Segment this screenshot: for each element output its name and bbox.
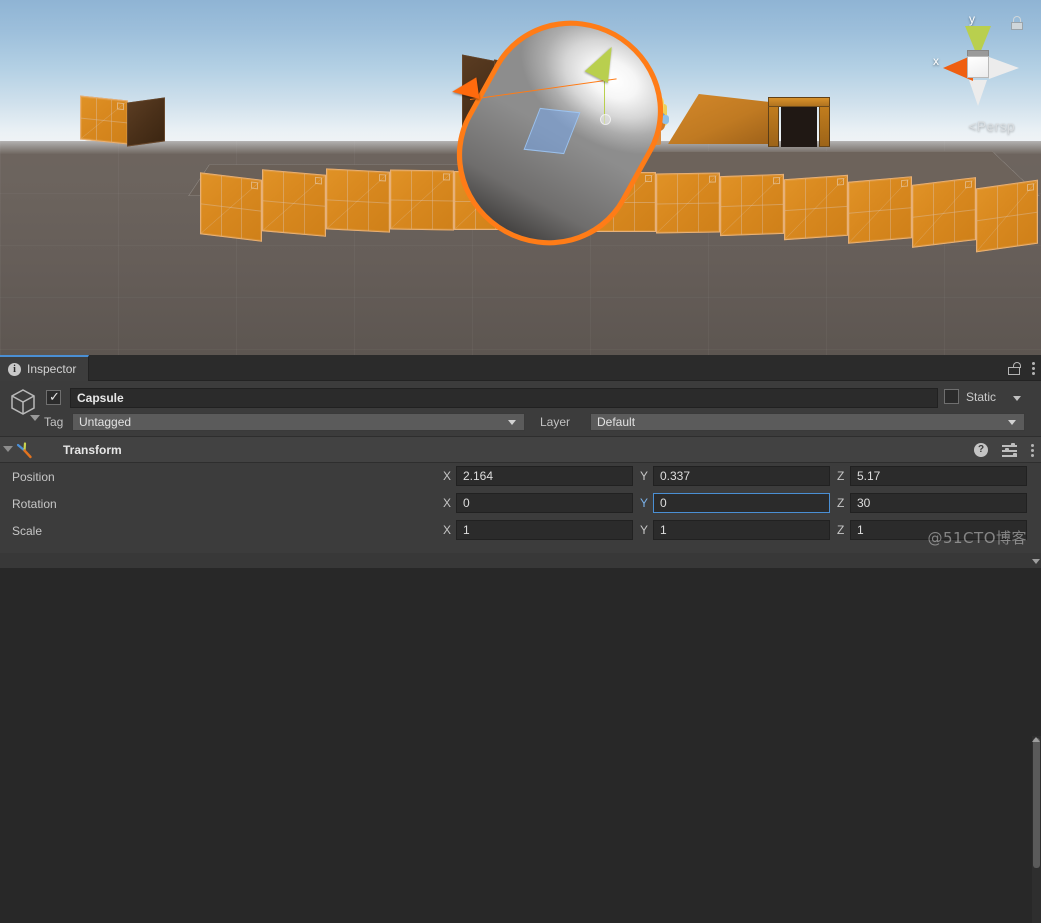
scrollbar-down-arrow-icon[interactable] [1032,559,1040,564]
help-icon[interactable]: ? [974,443,988,457]
transform-component-header[interactable]: Transform ? [0,437,1041,463]
rotation-y-axis-label: Y [640,496,649,510]
position-label: Position [12,470,55,484]
scrollbar-up-arrow-icon[interactable] [1032,737,1040,742]
transform-row-position: Position X 2.164 Y 0.337 Z 5.17 [0,463,1041,490]
gameobject-icon-caret[interactable] [30,415,40,421]
scene-orientation-gizmo[interactable]: y x <Persp [925,10,1029,134]
gizmo-center-handle[interactable] [600,114,611,125]
transform-title: Transform [63,443,122,457]
scale-z-field[interactable]: 1 [850,520,1027,540]
position-x-axis-label: X [443,469,452,483]
static-checkbox[interactable] [944,389,959,404]
transform-component-body: Position X 2.164 Y 0.337 Z 5.17 Rotation… [0,463,1041,553]
gizmo-cone-z[interactable] [989,57,1019,79]
rotation-z-axis-label: Z [837,496,845,510]
gameobject-cube-icon[interactable] [8,387,42,423]
tab-inspector[interactable]: i Inspector [0,355,90,381]
scale-x-field[interactable]: 1 [456,520,633,540]
arch-opening [781,107,817,147]
rotation-z-field[interactable]: 30 [850,493,1027,513]
tag-dropdown-caret-icon[interactable] [508,420,516,425]
inspector-tab-bar: i Inspector [0,355,1041,381]
scale-label: Scale [12,524,43,538]
lock-icon[interactable] [1008,361,1021,375]
layer-label: Layer [540,415,571,429]
position-z-axis-label: Z [837,469,845,483]
projection-prefix: < [968,118,977,134]
position-y-axis-label: Y [640,469,649,483]
gizmo-lock-icon[interactable] [1011,16,1023,30]
preset-settings-icon[interactable] [1002,443,1017,457]
transform-row-scale: Scale X 1 Y 1 Z 1 [0,517,1041,544]
scale-y-axis-label: Y [640,523,649,537]
static-label: Static [966,390,997,404]
scene-arch[interactable] [768,97,830,147]
scene-projection-label[interactable]: <Persp [968,118,1015,134]
scale-x-axis-label: X [443,523,452,537]
rotation-y-field[interactable]: 0 [653,493,830,513]
rotation-label: Rotation [12,497,57,511]
gameobject-header: ✓ Capsule Static Tag Untagged Layer Defa… [0,381,1041,437]
transform-header-actions: ? [974,437,1034,463]
projection-value: Persp [976,118,1015,134]
gizmo-center-cube[interactable] [967,56,989,78]
scale-y-field[interactable]: 1 [653,520,830,540]
transform-row-rotation: Rotation X 0 Y 0 Z 30 [0,490,1041,517]
inspector-scrollbar[interactable] [1032,736,1041,923]
inspector-tab-actions [1008,355,1035,381]
rotation-x-field[interactable]: 0 [456,493,633,513]
transform-foldout-arrow-icon[interactable] [3,446,13,452]
gameobject-name-field[interactable]: Capsule [70,388,938,408]
checkmark-icon: ✓ [49,389,60,404]
transform-axes-icon [16,442,33,459]
gizmo-x-label: x [933,54,939,68]
scale-z-axis-label: Z [837,523,845,537]
kebab-menu-icon[interactable] [1032,361,1035,375]
layer-dropdown-caret-icon[interactable] [1008,420,1016,425]
gizmo-x-axis-arrow[interactable] [450,77,480,103]
tag-dropdown[interactable]: Untagged [72,413,525,431]
static-dropdown-caret-icon[interactable] [1013,396,1021,401]
transform-kebab-menu-icon[interactable] [1031,443,1034,457]
rotation-x-axis-label: X [443,496,452,510]
arch-lintel [768,97,830,107]
tag-label: Tag [44,415,64,429]
inspector-panel: i Inspector ✓ Capsule Static Tag Untagge… [0,355,1041,923]
position-x-field[interactable]: 2.164 [456,466,633,486]
inspector-scrollbar-thumb[interactable] [1033,738,1040,868]
info-icon: i [8,362,21,376]
position-z-field[interactable]: 5.17 [850,466,1027,486]
scene-view[interactable]: y x <Persp [0,0,1041,355]
gizmo-y-label: y [969,12,975,26]
position-y-field[interactable]: 0.337 [653,466,830,486]
gizmo-cone-y-negative[interactable] [969,80,987,106]
tab-inspector-label: Inspector [27,362,77,376]
gameobject-enabled-checkbox[interactable]: ✓ [46,389,61,405]
layer-dropdown[interactable]: Default [590,413,1025,431]
